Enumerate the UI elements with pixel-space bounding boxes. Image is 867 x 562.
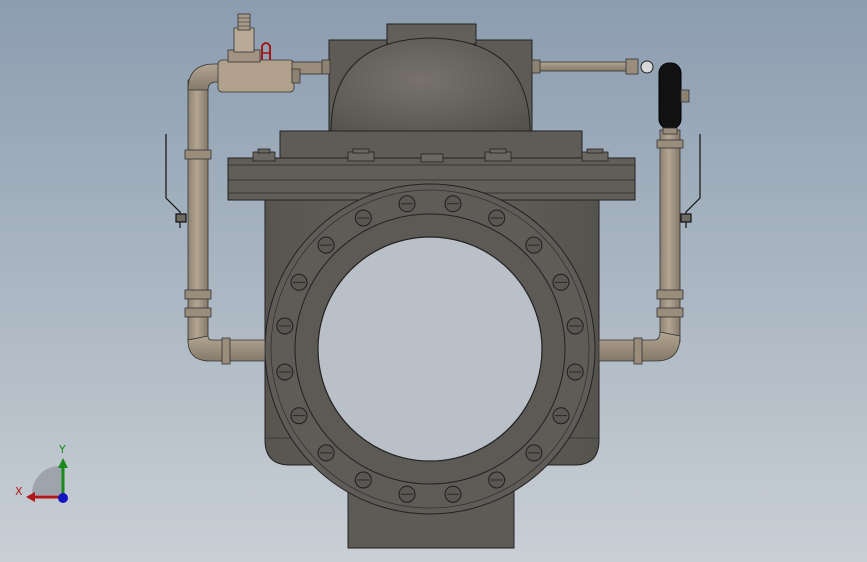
- inlet-flange: [264, 183, 596, 515]
- pilot-valve: [217, 13, 331, 93]
- axis-triad: [26, 458, 68, 503]
- valve-model[interactable]: [0, 0, 867, 562]
- z-axis-dot: [58, 493, 68, 503]
- left-bracket: [165, 134, 187, 228]
- left-pilot-tubing: [184, 63, 266, 365]
- graphics-viewport[interactable]: X Y: [0, 0, 867, 562]
- y-axis-label: Y: [59, 443, 66, 456]
- needle-valve: [658, 62, 690, 135]
- x-axis-label: X: [15, 485, 23, 498]
- right-bracket: [680, 134, 701, 228]
